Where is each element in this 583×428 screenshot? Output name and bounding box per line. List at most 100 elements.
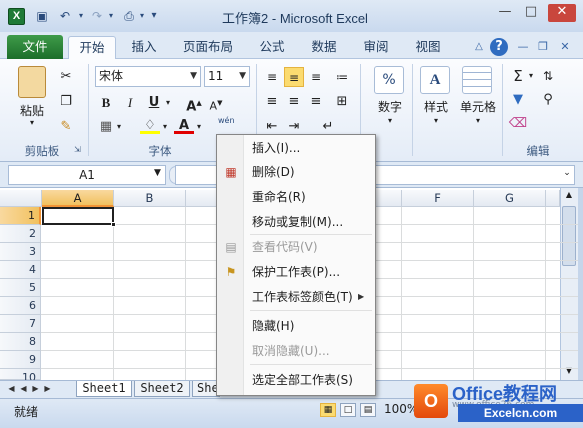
copy-icon[interactable]: ❐ [56, 92, 76, 112]
format-painter-icon[interactable]: ✎ [56, 117, 76, 137]
next-sheet-icon[interactable]: ▶ [30, 383, 41, 395]
redo-icon[interactable]: ↷ [88, 8, 106, 24]
menu-item-hide[interactable]: 隐藏(H) [252, 317, 370, 335]
menu-item-insert[interactable]: 插入(I)... [252, 139, 370, 157]
align-top-icon[interactable]: ≡ [262, 67, 282, 87]
bold-button[interactable]: B [96, 93, 116, 113]
align-left-icon[interactable]: ≡ [262, 92, 282, 112]
row-header[interactable]: 5 [0, 279, 41, 297]
fill-handle[interactable] [111, 222, 116, 227]
tab-data[interactable]: 数据 [304, 36, 344, 59]
merge-center-icon[interactable]: ⊞ [332, 92, 352, 112]
tab-formulas[interactable]: 公式 [252, 36, 292, 59]
first-sheet-icon[interactable]: ◀ [6, 383, 17, 395]
borders-icon[interactable]: ▦ [96, 117, 116, 137]
column-header-partial[interactable] [546, 190, 560, 207]
collapse-ribbon-icon[interactable]: △ [470, 38, 488, 56]
sheet-tab-sheet2[interactable]: Sheet2 [134, 381, 190, 397]
tab-home[interactable]: 开始 [68, 36, 116, 59]
page-break-view-icon[interactable]: ▤ [360, 403, 376, 417]
clear-icon[interactable]: ⌫ [508, 114, 528, 134]
paste-button-label[interactable]: 粘贴 [14, 102, 50, 119]
grow-font-icon[interactable]: A▲ [184, 93, 204, 114]
font-size-dropdown-icon[interactable]: ▼ [239, 67, 246, 86]
workbook-restore-icon[interactable]: ❐ [534, 38, 552, 56]
row-header[interactable]: 3 [0, 243, 41, 261]
save-icon[interactable]: ▣ [34, 8, 50, 24]
row-header[interactable]: 7 [0, 315, 41, 333]
vertical-scroll-thumb[interactable] [562, 206, 576, 266]
customize-qat-icon[interactable]: ▾ [147, 8, 161, 24]
autosum-dropdown-icon[interactable]: ▾ [526, 66, 536, 86]
row-header[interactable]: 4 [0, 261, 41, 279]
tab-page-layout[interactable]: 页面布局 [176, 36, 240, 59]
align-right-icon[interactable]: ≡ [306, 92, 326, 112]
close-icon[interactable]: ✕ [548, 4, 576, 22]
align-middle-icon[interactable]: ≡ [284, 67, 304, 87]
font-name-dropdown-icon[interactable]: ▼ [190, 67, 197, 86]
clipboard-launcher-icon[interactable]: ⇲ [74, 145, 84, 154]
menu-item-delete[interactable]: 删除(D) [252, 163, 370, 181]
active-cell-a1[interactable] [42, 207, 114, 225]
menu-item-move-copy[interactable]: 移动或复制(M)... [252, 213, 370, 231]
scroll-up-icon[interactable]: ▲ [563, 190, 575, 202]
excel-app-icon[interactable]: X [8, 8, 25, 25]
cells-icon[interactable] [462, 66, 492, 94]
font-size-combo[interactable]: 11 ▼ [204, 66, 250, 87]
menu-item-tab-color[interactable]: 工作表标签颜色(T) [252, 288, 370, 306]
tab-insert[interactable]: 插入 [124, 36, 164, 59]
workbook-minimize-icon[interactable]: — [514, 38, 532, 56]
row-header[interactable]: 2 [0, 225, 41, 243]
row-header[interactable]: 6 [0, 297, 41, 315]
undo-dropdown-icon[interactable]: ▾ [76, 8, 86, 24]
styles-icon[interactable]: A [420, 66, 450, 94]
font-name-combo[interactable]: 宋体 ▼ [95, 66, 201, 87]
print-preview-icon[interactable]: ⎙ [120, 8, 138, 24]
fill-color-dropdown-icon[interactable]: ▾ [160, 117, 170, 137]
cut-icon[interactable]: ✂ [56, 67, 76, 87]
number-format-icon[interactable]: % [374, 66, 404, 94]
row-header[interactable]: 9 [0, 351, 41, 369]
font-color-dropdown-icon[interactable]: ▾ [194, 117, 204, 137]
borders-dropdown-icon[interactable]: ▾ [114, 117, 124, 137]
align-bottom-icon[interactable]: ≡ [306, 67, 326, 87]
tab-view[interactable]: 视图 [408, 36, 448, 59]
number-dropdown-icon[interactable]: ▾ [384, 116, 396, 125]
underline-button[interactable]: U [144, 93, 164, 113]
shrink-font-icon[interactable]: A▼ [206, 93, 226, 113]
prev-sheet-icon[interactable]: ◀ [18, 383, 29, 395]
underline-dropdown-icon[interactable]: ▾ [163, 93, 173, 113]
row-header[interactable]: 10 [0, 369, 41, 384]
menu-item-select-all-sheets[interactable]: 选定全部工作表(S) [252, 371, 370, 389]
align-center-icon[interactable]: ≡ [284, 92, 304, 112]
row-header[interactable]: 8 [0, 333, 41, 351]
help-icon[interactable]: ? [490, 38, 508, 56]
sheet-tab-sheet1[interactable]: Sheet1 [76, 381, 132, 397]
print-dropdown-icon[interactable]: ▾ [137, 8, 147, 24]
paste-icon[interactable] [18, 66, 46, 98]
sort-filter-icon[interactable]: ⇅ [538, 66, 558, 86]
last-sheet-icon[interactable]: ▶ [42, 383, 53, 395]
paste-dropdown-icon[interactable]: ▾ [26, 118, 38, 127]
workbook-close-icon[interactable]: ✕ [556, 38, 574, 56]
row-header[interactable]: 1 [0, 207, 41, 225]
column-header[interactable]: F [402, 190, 474, 207]
tab-review[interactable]: 审阅 [356, 36, 396, 59]
cells-button-label[interactable]: 单元格 [456, 98, 500, 115]
column-header[interactable]: A [42, 190, 114, 207]
page-layout-view-icon[interactable]: □ [340, 403, 356, 417]
undo-icon[interactable]: ↶ [56, 8, 74, 24]
column-header[interactable]: B [114, 190, 186, 207]
formula-bar-expand-icon[interactable]: ⌄ [561, 168, 573, 178]
minimize-icon[interactable]: — [494, 4, 516, 22]
italic-button[interactable]: I [120, 93, 140, 113]
number-button-label[interactable]: 数字 [372, 98, 408, 115]
fill-color-icon[interactable]: ♢ [140, 117, 160, 134]
select-all-corner[interactable] [0, 190, 42, 207]
redo-dropdown-icon[interactable]: ▾ [106, 8, 116, 24]
normal-view-icon[interactable]: ▦ [320, 403, 336, 417]
autosum-icon[interactable]: Σ [508, 66, 528, 86]
find-select-icon[interactable]: ⚲ [538, 90, 558, 110]
menu-item-protect-sheet[interactable]: 保护工作表(P)... [252, 263, 370, 281]
cells-dropdown-icon[interactable]: ▾ [472, 116, 484, 125]
